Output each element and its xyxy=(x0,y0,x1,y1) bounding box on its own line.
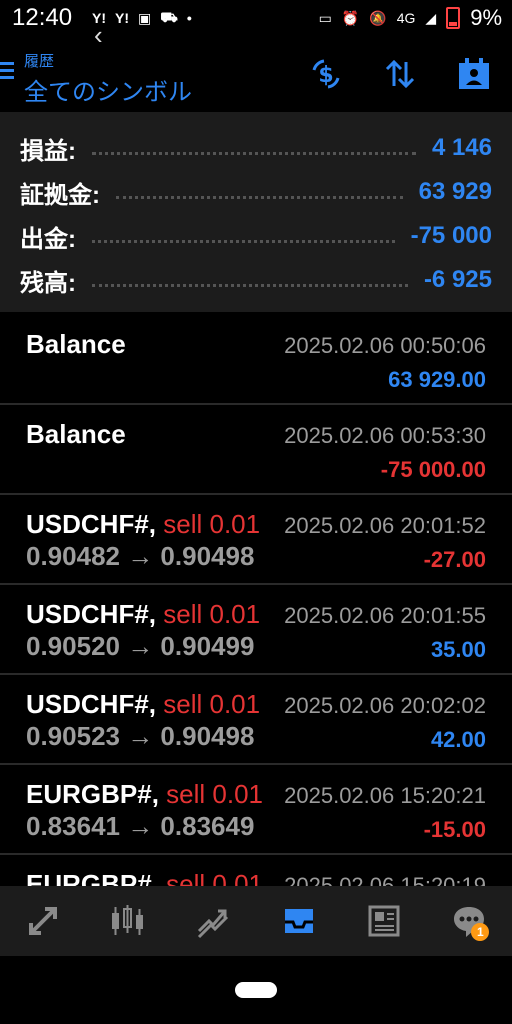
summary-value: 63 929 xyxy=(418,178,492,205)
row-amount: 63 929.00 xyxy=(388,367,486,392)
summary-value: 4 146 xyxy=(431,134,492,161)
trade-side: sell 0.01 xyxy=(163,689,261,719)
news-notification-icon: ▣ xyxy=(138,9,152,26)
history-row[interactable]: USDCHF#, sell 0.01 0.90520 → 0.90499 202… xyxy=(0,583,512,675)
summary-label: 出金: xyxy=(20,225,76,253)
history-row[interactable]: Balance 2025.02.06 00:53:30 -75 000.00 xyxy=(0,403,512,495)
sort-icon[interactable] xyxy=(380,54,420,94)
dot-icon: • xyxy=(186,10,192,26)
row-date: 2025.02.06 20:02:02 xyxy=(284,693,486,718)
history-row[interactable]: USDCHF#, sell 0.01 0.90482 → 0.90498 202… xyxy=(0,493,512,585)
cart-icon: ⛟ xyxy=(160,8,178,25)
trade-side: sell 0.01 xyxy=(163,509,261,539)
symbol-filter-title[interactable]: 全てのシンボル xyxy=(24,72,192,107)
row-date: 2025.02.06 00:53:30 xyxy=(284,423,486,448)
row-date: 2025.02.06 00:50:06 xyxy=(284,333,486,358)
row-prices: 0.90482 → 0.90498 xyxy=(26,541,255,571)
row-amount: 35.00 xyxy=(430,637,486,662)
trade-side: sell 0.01 xyxy=(166,779,263,809)
history-list[interactable]: Balance 2025.02.06 00:50:06 63 929.00 Ba… xyxy=(0,313,512,886)
row-title: USDCHF#, sell 0.01 xyxy=(26,689,261,719)
summary-value: -75 000 xyxy=(410,222,492,249)
row-prices: 0.83641 → 0.83649 xyxy=(26,811,255,841)
signal-icon: ◢ xyxy=(425,9,437,26)
header-subtitle: 履歴 xyxy=(24,53,55,70)
row-amount: 42.00 xyxy=(430,727,486,752)
summary-label: 損益: xyxy=(20,137,76,165)
row-title: EURGBP#, sell 0.01 xyxy=(26,869,263,886)
tab-chat[interactable]: 1 xyxy=(439,891,499,951)
tab-trade[interactable] xyxy=(183,891,243,951)
history-row[interactable]: EURGBP#, sell 0.01 0.83641 → 0.83649 202… xyxy=(0,763,512,855)
summary-row-profit: 損益: 4 146 xyxy=(20,128,492,168)
history-row[interactable]: USDCHF#, sell 0.01 0.90523 → 0.90498 202… xyxy=(0,673,512,765)
deposit-withdraw-icon[interactable]: $ xyxy=(306,54,346,94)
mute-icon: 🔕 xyxy=(369,9,387,26)
summary-row-withdrawal: 出金: -75 000 xyxy=(20,216,492,256)
summary-row-balance: 残高: -6 925 xyxy=(20,260,492,300)
history-icon xyxy=(284,909,313,933)
history-row[interactable]: EURGBP#, sell 0.01 2025.02.06 15:20:19 xyxy=(0,853,512,886)
status-time: 12:40 xyxy=(12,4,73,31)
row-prices: 0.90523 → 0.90498 xyxy=(26,721,255,751)
menu-icon[interactable] xyxy=(0,62,14,83)
drive-mode-icon: ▭ xyxy=(318,9,332,26)
news-icon xyxy=(368,905,400,937)
summary-label: 残高: xyxy=(20,269,76,297)
row-date: 2025.02.06 20:01:52 xyxy=(284,513,486,538)
summary-panel: 損益: 4 146 証拠金: 63 929 出金: -75 000 残高: -6… xyxy=(0,112,512,312)
trade-side: sell 0.01 xyxy=(166,869,263,886)
tab-chart[interactable] xyxy=(98,891,158,951)
back-icon[interactable]: ‹ xyxy=(94,20,103,51)
dotted-leader xyxy=(92,283,408,287)
trade-icon xyxy=(198,909,229,939)
summary-value: -6 925 xyxy=(423,266,492,293)
network-label: 4G xyxy=(396,10,416,26)
tab-news[interactable] xyxy=(354,891,414,951)
row-amount: -15.00 xyxy=(423,817,486,842)
row-date: 2025.02.06 15:20:21 xyxy=(284,783,486,808)
notification-icons: Y! Y! ▣ ⛟ • xyxy=(92,8,192,28)
svg-text:$: $ xyxy=(318,63,333,88)
status-right: ▭ ⏰ 🔕 4G ◢ 9% xyxy=(319,5,502,31)
quotes-icon xyxy=(28,907,57,935)
bottom-tab-bar: 1 xyxy=(0,886,512,956)
row-amount: -27.00 xyxy=(423,547,486,572)
status-bar: 12:40 Y! Y! ▣ ⛟ • ▭ ⏰ 🔕 4G ◢ 9% xyxy=(0,0,512,36)
row-date: 2025.02.06 15:20:19 xyxy=(284,873,486,886)
trade-side: sell 0.01 xyxy=(163,599,261,629)
row-amount: -75 000.00 xyxy=(380,457,486,482)
row-title: EURGBP#, sell 0.01 xyxy=(26,779,263,809)
tab-quotes[interactable] xyxy=(13,891,73,951)
dotted-leader xyxy=(92,239,395,243)
row-title: USDCHF#, sell 0.01 xyxy=(26,599,261,629)
row-title: Balance xyxy=(26,419,126,449)
calendar-period-icon[interactable] xyxy=(454,54,494,94)
battery-percent: 9% xyxy=(470,5,502,30)
yahoo-icon: Y! xyxy=(115,10,129,26)
dotted-leader xyxy=(92,151,416,155)
chart-icon xyxy=(111,905,143,935)
tab-history[interactable] xyxy=(269,891,329,951)
row-prices: 0.90520 → 0.90499 xyxy=(26,631,255,661)
home-pill[interactable] xyxy=(235,982,277,998)
summary-label: 証拠金: xyxy=(20,181,100,209)
row-date: 2025.02.06 20:01:55 xyxy=(284,603,486,628)
battery-icon xyxy=(446,7,461,29)
summary-row-margin: 証拠金: 63 929 xyxy=(20,172,492,212)
row-title: Balance xyxy=(26,329,126,359)
history-row[interactable]: Balance 2025.02.06 00:50:06 63 929.00 xyxy=(0,313,512,405)
alarm-icon: ⏰ xyxy=(341,9,360,26)
row-title: USDCHF#, sell 0.01 xyxy=(26,509,261,539)
dotted-leader xyxy=(116,195,403,199)
